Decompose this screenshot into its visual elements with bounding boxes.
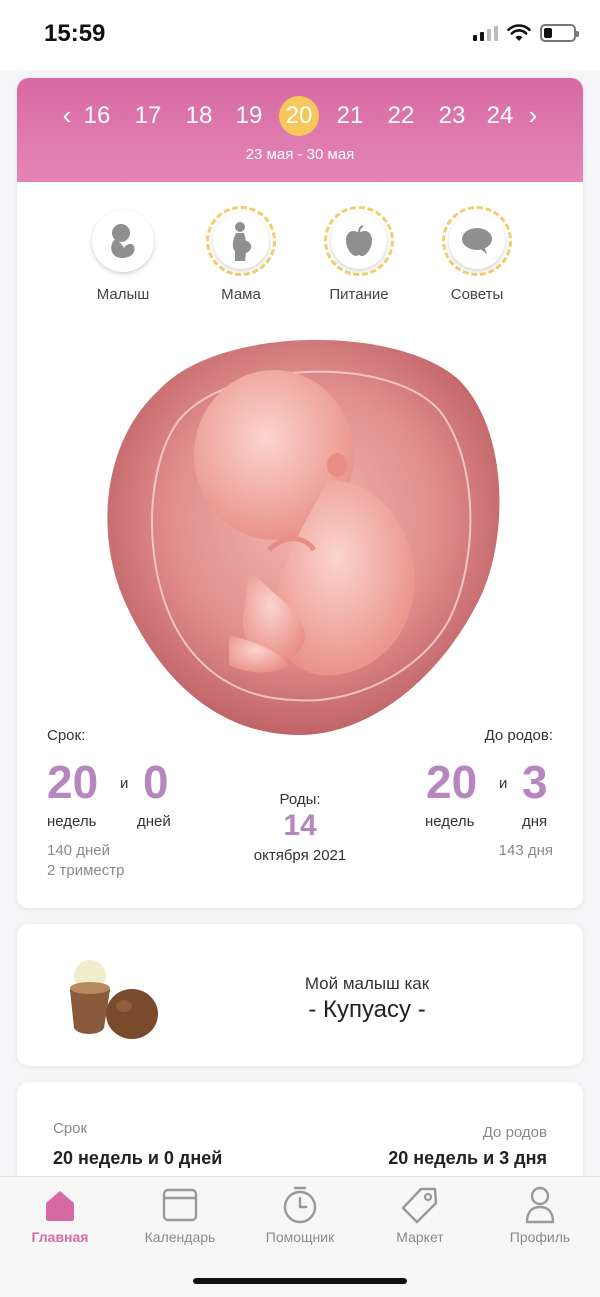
pregnant-woman-icon [232,222,252,261]
summary-remaining-label: До родов [482,1124,547,1141]
baby-size-label: Мой малыш как [304,974,430,993]
tab-nutrition-label: Питание [329,286,389,303]
tab-baby-label: Малыш [96,286,150,303]
person-icon [525,1186,555,1224]
week-19[interactable]: 19 [228,98,270,134]
term-and: и [120,775,129,792]
nav-profile-label: Профиль [509,1229,571,1245]
term-label: Срок: [47,727,86,744]
remaining-days-value: 3 [522,756,548,808]
baby-icon [111,224,135,258]
nav-market-label: Маркет [396,1229,444,1245]
week-21[interactable]: 21 [329,98,371,134]
nav-profile[interactable]: Профиль [480,1185,600,1245]
week-18[interactable]: 18 [178,98,220,134]
calendar-icon [162,1188,198,1222]
nav-market[interactable]: Маркет [360,1185,480,1245]
baby-size-card[interactable]: Мой малыш как - Купуасу - [17,924,583,1066]
apple-icon [346,225,372,256]
cellular-signal-icon [473,25,498,41]
tab-mom-label: Мама [221,286,261,303]
nav-calendar[interactable]: Календарь [120,1185,240,1245]
tab-baby[interactable]: Малыш [68,206,178,303]
week-selector: ‹ 16 17 18 19 20 21 22 23 24 › 23 мая - … [17,78,583,182]
tab-nutrition[interactable]: Питание [304,206,414,303]
speech-bubble-icon [462,228,492,254]
section-tabs: Малыш Мама Питание Советы [17,206,583,306]
home-icon [46,1191,74,1221]
tag-icon [401,1187,438,1224]
summary-term-value: 20 недель и 0 дней [53,1148,223,1168]
remaining-weeks-value: 20 [426,756,478,808]
cupuacu-fruit-image [70,960,158,1039]
tab-tips[interactable]: Советы [422,206,532,303]
status-icons [473,24,579,42]
week-20-selected[interactable]: 20 [279,96,319,136]
tab-tips-label: Советы [450,286,504,303]
nav-home-label: Главная [31,1229,89,1245]
stopwatch-icon [283,1186,317,1224]
remaining-and: и [499,775,508,792]
summary-term-label: Срок [53,1120,88,1137]
remaining-days-unit: дня [522,813,548,830]
status-time: 15:59 [44,20,106,47]
prev-week-chevron-icon[interactable]: ‹ [57,100,77,130]
remaining-label: До родов: [484,727,553,744]
home-indicator [193,1278,407,1284]
wifi-icon [507,24,531,41]
status-bar: 15:59 [0,0,600,70]
nav-assistant[interactable]: Помощник [240,1185,360,1245]
next-week-chevron-icon[interactable]: › [523,100,543,130]
week-24[interactable]: 24 [481,98,519,134]
tab-mom[interactable]: Мама [186,206,296,303]
pregnancy-stats: Срок: 20 и 0 недель дней 140 дней 2 трим… [17,723,583,893]
week-22[interactable]: 22 [380,98,422,134]
birth-label: Роды: [279,791,321,808]
fetus-illustration [99,330,501,735]
week-17[interactable]: 17 [127,98,169,134]
week-23[interactable]: 23 [431,98,473,134]
week-date-range: 23 мая - 30 мая [245,146,355,163]
battery-icon [540,24,579,42]
week-16[interactable]: 16 [76,98,118,134]
nav-calendar-label: Календарь [144,1229,216,1245]
remaining-total-days: 143 дня [498,842,553,859]
baby-size-fruit-name: - Купуасу - [308,996,426,1023]
nav-assistant-label: Помощник [265,1229,335,1245]
nav-home[interactable]: Главная [0,1185,120,1245]
summary-remaining-value: 20 недель и 3 дня [388,1148,547,1168]
remaining-weeks-unit: недель [425,813,475,830]
birth-day: 14 [283,809,317,842]
trimester: 2 триместр [47,862,125,879]
pregnancy-week-card: ‹ 16 17 18 19 20 21 22 23 24 › 23 мая - … [17,78,583,908]
